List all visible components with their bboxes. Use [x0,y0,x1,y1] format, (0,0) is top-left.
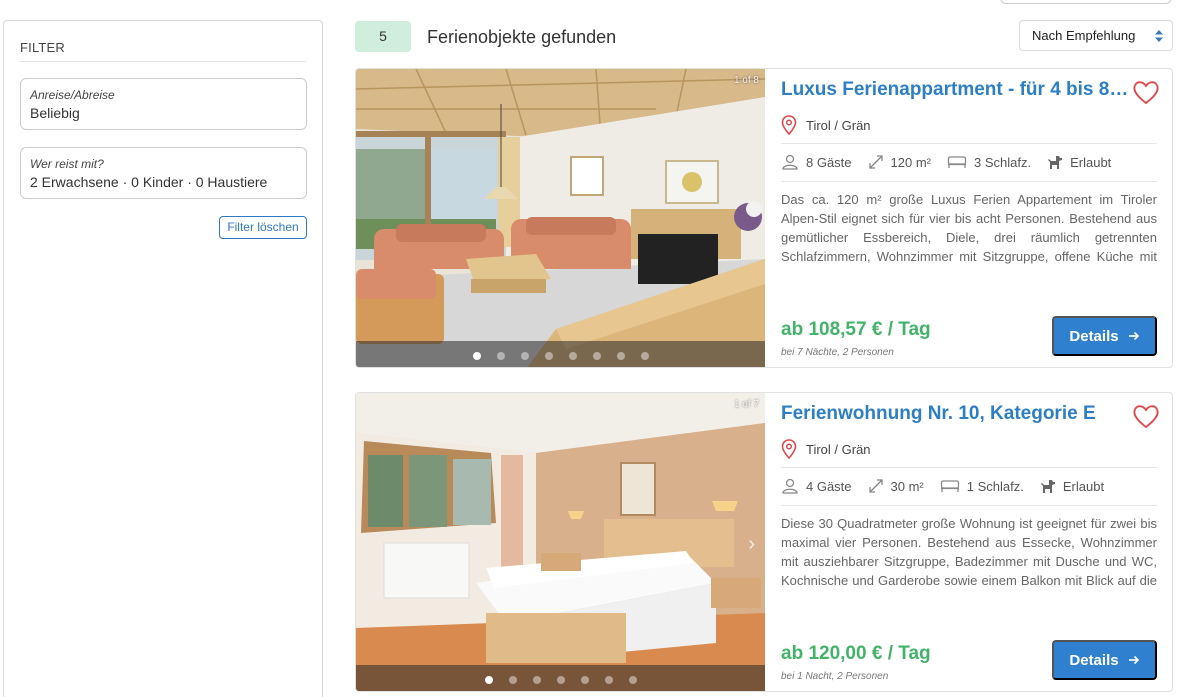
listing-info: Luxus Ferienappartment - für 4 bis 8 Per… [781,69,1160,367]
details-button-label: Details [1069,651,1119,669]
listing-title[interactable]: Luxus Ferienappartment - für 4 bis 8 Per… [781,79,1131,101]
carousel-dot[interactable] [581,676,589,684]
location-text: Tirol / Grän [806,441,871,457]
feature-bedrooms: 3 Schlafz. [947,155,1031,170]
photo-counter: 1 of 7 [733,399,759,410]
date-filter-field[interactable]: Anreise/Abreise Beliebig [20,78,307,130]
results-label: Ferienobjekte gefunden [427,27,617,47]
carousel-dot[interactable] [533,676,541,684]
feature-area: 120 m² [868,154,931,170]
feature-bedrooms-text: 3 Schlafz. [974,154,1032,170]
heart-icon[interactable] [1132,79,1160,105]
filter-sidebar: FILTER Anreise/Abreise Beliebig Wer reis… [3,20,323,697]
guests-filter-field[interactable]: Wer reist mit? 2 Erwachsene · 0 Kinder ·… [20,147,307,199]
carousel-dots [473,352,649,360]
carousel-dot[interactable] [605,676,613,684]
listing-features: 8 Gäste 120 m² 3 Schlafz. Erlaubt [781,154,1127,170]
photo-counter: 1 of 8 [733,75,759,86]
feature-pets: Erlaubt [1047,155,1111,170]
listing-features: 4 Gäste 30 m² 1 Schlafz. Erlaubt [781,478,1120,494]
feature-pets-text: Erlaubt [1062,478,1105,494]
feature-guests: 4 Gäste [781,478,852,494]
carousel-dot[interactable] [473,352,481,360]
feature-guests: 8 Gäste [781,154,852,170]
listing-description: Das ca. 120 m² große Luxus Ferien Appart… [781,192,1157,264]
bed-icon [940,480,959,492]
details-button[interactable]: Details [1052,316,1157,356]
listing-photo-carousel[interactable]: 1 of 7 › [356,393,765,691]
feature-area-text: 30 m² [890,478,924,494]
location-pin-icon [781,115,797,135]
feature-area-text: 120 m² [890,154,931,170]
result-count-badge: 5 [355,21,411,52]
listing-price-note: bei 7 Nächte, 2 Personen [781,347,894,358]
sort-select-value: Nach Empfehlung [1032,28,1136,43]
expand-arrows-icon [868,155,883,169]
living-room-photo [356,69,765,367]
listing-price: ab 120,00 € / Tag [781,643,931,664]
carousel-next-arrow-icon[interactable]: › [748,533,755,556]
listing-description: Diese 30 Quadratmeter große Wohnung ist … [781,516,1157,588]
carousel-dot[interactable] [557,676,565,684]
guests-filter-value: 2 Erwachsene · 0 Kinder · 0 Haustiere [30,174,268,190]
location-text: Tirol / Grän [806,117,871,133]
divider [781,467,1157,468]
listing-location: Tirol / Grän [781,115,871,135]
listing-info: Ferienwohnung Nr. 10, Kategorie E Tirol … [781,393,1160,691]
carousel-dot[interactable] [497,352,505,360]
carousel-dot[interactable] [629,676,637,684]
heart-icon[interactable] [1132,403,1160,429]
details-button[interactable]: Details [1052,640,1157,680]
sort-select[interactable]: Nach Empfehlung [1019,20,1173,51]
listing-price-note: bei 1 Nacht, 2 Personen [781,671,889,682]
divider [781,143,1157,144]
listing-photo-carousel[interactable]: 1 of 8 [356,69,765,367]
feature-pets: Erlaubt [1040,479,1104,494]
dog-icon [1048,155,1063,169]
carousel-dots [485,676,637,684]
carousel-dot[interactable] [593,352,601,360]
expand-arrows-icon [868,479,883,493]
dog-icon [1040,479,1055,493]
person-icon [782,154,798,170]
date-filter-label: Anreise/Abreise [30,88,115,102]
details-button-label: Details [1069,327,1119,345]
sort-arrows-icon [1155,30,1163,42]
carousel-dot[interactable] [641,352,649,360]
carousel-dot[interactable] [569,352,577,360]
arrow-right-icon [1128,655,1139,665]
carousel-dot[interactable] [485,676,493,684]
carousel-dot[interactable] [521,352,529,360]
feature-area: 30 m² [868,478,924,494]
listing-title[interactable]: Ferienwohnung Nr. 10, Kategorie E [781,403,1131,425]
feature-pets-text: Erlaubt [1070,154,1112,170]
date-filter-value: Beliebig [30,105,80,121]
person-icon [782,478,798,494]
divider [781,505,1157,506]
bed-icon [947,156,967,168]
divider [781,181,1157,182]
filter-heading: FILTER [20,40,306,62]
listing-card: 1 of 8 Luxus Ferienappartment - für 4 bi… [355,68,1173,368]
feature-bedrooms-text: 1 Schlafz. [966,478,1024,494]
listing-card: 1 of 7 › Ferienwohnung Nr. 10, Kategorie… [355,392,1173,692]
location-pin-icon [781,439,797,459]
feature-guests-text: 8 Gäste [806,154,852,170]
bedroom-photo [356,393,765,691]
clear-filter-button[interactable]: Filter löschen [219,216,307,239]
feature-bedrooms: 1 Schlafz. [940,479,1024,494]
top-partial-control [1000,0,1172,4]
listing-price: ab 108,57 € / Tag [781,319,931,340]
carousel-dot[interactable] [545,352,553,360]
arrow-right-icon [1128,331,1139,341]
carousel-dot[interactable] [617,352,625,360]
listing-location: Tirol / Grän [781,439,871,459]
guests-filter-label: Wer reist mit? [30,157,104,171]
carousel-dot[interactable] [509,676,517,684]
feature-guests-text: 4 Gäste [806,478,852,494]
